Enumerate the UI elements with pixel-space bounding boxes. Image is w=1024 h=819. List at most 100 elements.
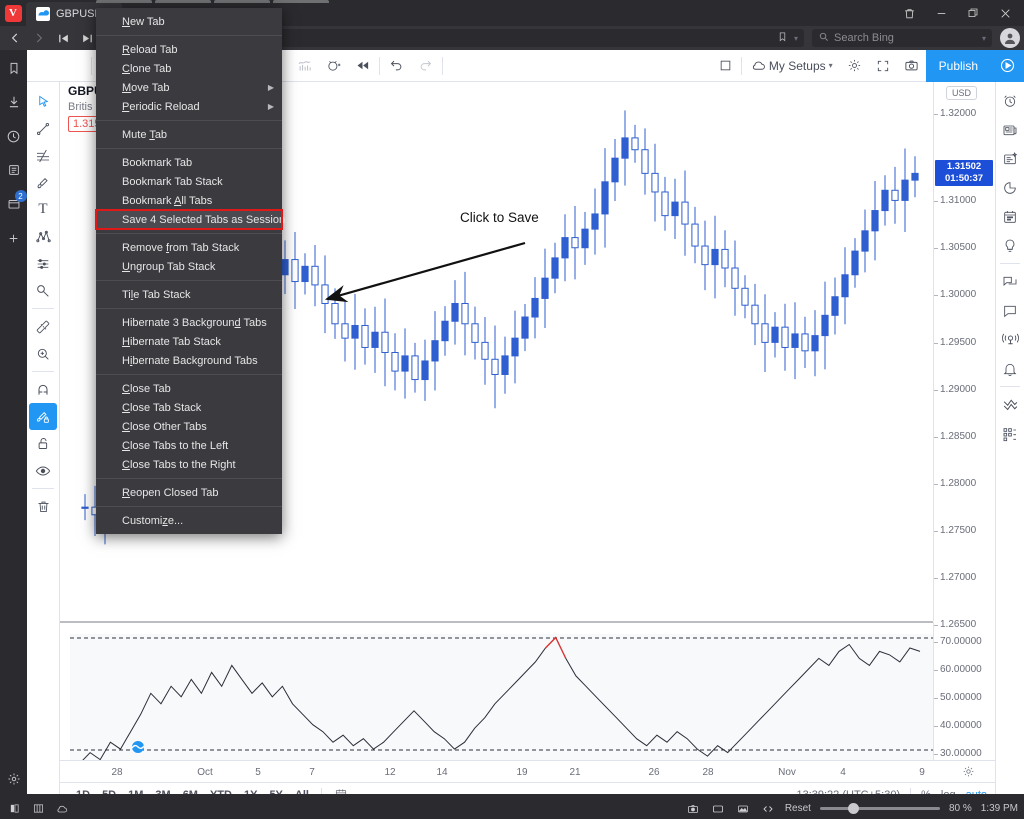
screen-icon[interactable] [710, 801, 726, 816]
context-menu-item-close-tabs-to-the-left[interactable]: Close Tabs to the Left [96, 436, 282, 455]
play-icon[interactable] [991, 49, 1024, 82]
context-menu-item-close-tab[interactable]: Close Tab [96, 379, 282, 398]
chart-settings-gear-icon[interactable] [840, 50, 869, 82]
cloud-icon[interactable] [54, 801, 70, 816]
zoom-reset-button[interactable]: Reset [785, 803, 811, 814]
watchlist-icon[interactable] [997, 86, 1023, 115]
context-menu-item-close-tabs-to-the-right[interactable]: Close Tabs to the Right [96, 455, 282, 474]
layout-select-button[interactable] [712, 50, 739, 82]
context-menu-item-reload-tab[interactable]: Reload Tab [96, 40, 282, 59]
bookmark-icon[interactable] [777, 31, 788, 45]
zoom-slider[interactable] [819, 803, 940, 814]
restore-icon[interactable] [958, 1, 988, 25]
context-menu-item-bookmark-all-tabs[interactable]: Bookmark All Tabs [96, 191, 282, 210]
close-icon[interactable] [990, 1, 1020, 25]
brush-icon[interactable] [29, 169, 57, 196]
chat-icon[interactable] [997, 267, 1023, 296]
plus-icon[interactable] [3, 228, 25, 248]
back-icon[interactable] [4, 28, 26, 48]
forecast-icon[interactable] [29, 250, 57, 277]
tab-stack-marker[interactable] [96, 0, 152, 3]
text-icon[interactable]: T [29, 196, 57, 223]
private-chat-icon[interactable] [997, 296, 1023, 325]
hotlist-icon[interactable] [997, 173, 1023, 202]
hide-drawings-icon[interactable] [29, 457, 57, 484]
forward-icon[interactable] [28, 28, 50, 48]
context-menu-item-hibernate-tab-stack[interactable]: Hibernate Tab Stack [96, 332, 282, 351]
chevron-down-icon[interactable]: ▾ [794, 34, 798, 43]
trends-icon[interactable] [997, 390, 1023, 419]
my-setups-button[interactable]: My Setups ▾ [744, 50, 840, 82]
context-menu-item-save-4-selected-tabs-as-session[interactable]: Save 4 Selected Tabs as Session [95, 209, 285, 230]
zoom-slider-knob[interactable] [847, 803, 859, 814]
panels-icon[interactable] [30, 801, 46, 816]
context-menu-item-periodic-reload[interactable]: Periodic Reload ▶ [96, 97, 282, 116]
context-menu-item-mute-tab[interactable]: Mute Tab [96, 125, 282, 144]
settings-gear-icon[interactable] [3, 769, 25, 789]
calendar-icon[interactable] [997, 202, 1023, 231]
context-menu-item-ungroup-tab-stack[interactable]: Ungroup Tab Stack [96, 257, 282, 276]
financials-icon[interactable] [290, 50, 319, 82]
alerts-icon[interactable] [997, 354, 1023, 383]
context-menu-item-new-tab[interactable]: New Tab [96, 12, 282, 31]
context-menu-item-hibernate-background-tabs[interactable]: Hibernate Background Tabs [96, 351, 282, 370]
vivaldi-logo[interactable]: V [0, 0, 26, 26]
taskview-icon[interactable] [6, 801, 22, 816]
my-setups-chevron-down-icon[interactable]: ▾ [829, 61, 833, 70]
context-menu-item-reopen-closed-tab[interactable]: Reopen Closed Tab [96, 483, 282, 502]
avatar[interactable] [1000, 28, 1020, 48]
context-menu-item-clone-tab[interactable]: Clone Tab [96, 59, 282, 78]
fastforward-icon[interactable] [76, 28, 98, 48]
more-icon[interactable] [997, 419, 1023, 448]
magnet-icon[interactable] [29, 376, 57, 403]
context-menu-item-remove-from-tab-stack[interactable]: Remove from Tab Stack [96, 238, 282, 257]
tab-stack-marker[interactable] [273, 0, 329, 3]
replay-icon[interactable] [348, 50, 377, 82]
remove-drawings-icon[interactable] [29, 493, 57, 520]
window-icon[interactable]: 2 [3, 190, 27, 214]
camera-icon[interactable] [685, 801, 701, 816]
context-menu-item-bookmark-tab[interactable]: Bookmark Tab [96, 153, 282, 172]
context-menu-item-hibernate-3-background-tabs[interactable]: Hibernate 3 Background Tabs [96, 313, 282, 332]
context-menu-item-close-tab-stack[interactable]: Close Tab Stack [96, 398, 282, 417]
magnifier-tool-icon[interactable] [29, 277, 57, 304]
minimize-icon[interactable] [926, 1, 956, 25]
context-menu-item-bookmark-tab-stack[interactable]: Bookmark Tab Stack [96, 172, 282, 191]
trash-icon[interactable] [894, 1, 924, 25]
time-axis[interactable]: 28 Oct 5 7 12 14 19 21 26 28 Nov 4 9 [60, 760, 995, 782]
unlock-icon[interactable] [29, 430, 57, 457]
search-input[interactable]: Search Bing ▾ [812, 29, 992, 47]
data-window-icon[interactable] [997, 144, 1023, 173]
bookmark-icon[interactable] [3, 58, 25, 78]
news-icon[interactable] [997, 115, 1023, 144]
ruler-icon[interactable] [29, 313, 57, 340]
ideas-icon[interactable] [997, 231, 1023, 260]
trend-line-icon[interactable] [29, 115, 57, 142]
broadcast-icon[interactable] [997, 325, 1023, 354]
undo-icon[interactable] [382, 50, 411, 82]
zoom-icon[interactable] [29, 340, 57, 367]
alert-icon[interactable] [319, 50, 348, 82]
notes-icon[interactable] [3, 160, 25, 180]
tab-stack-marker[interactable] [155, 0, 211, 3]
price-axis[interactable]: USD 1.32000 1.31000 1.30500 1.30000 1.29… [933, 82, 995, 630]
code-icon[interactable] [760, 801, 776, 816]
tab-stack-marker[interactable] [214, 0, 270, 3]
context-menu-item-customize[interactable]: Customize... [96, 511, 282, 530]
context-menu-item-move-tab[interactable]: Move Tab ▶ [96, 78, 282, 97]
pattern-icon[interactable] [29, 223, 57, 250]
fullscreen-icon[interactable] [869, 50, 897, 82]
time-axis-settings-gear-icon[interactable] [962, 765, 975, 781]
snapshot-camera-icon[interactable] [897, 50, 926, 82]
fib-retracement-icon[interactable] [29, 142, 57, 169]
rewind-icon[interactable] [52, 28, 74, 48]
context-menu-item-close-other-tabs[interactable]: Close Other Tabs [96, 417, 282, 436]
rsi-axis[interactable]: 70.00000 60.00000 50.00000 40.00000 30.0… [933, 622, 995, 760]
redo-icon[interactable] [411, 50, 440, 82]
search-chevron-down-icon[interactable]: ▾ [982, 34, 986, 43]
image-icon[interactable] [735, 801, 751, 816]
publish-button[interactable]: Publish [925, 49, 991, 82]
download-icon[interactable] [3, 92, 25, 112]
cursor-icon[interactable] [29, 88, 57, 115]
context-menu-item-tile-tab-stack[interactable]: Tile Tab Stack [96, 285, 282, 304]
